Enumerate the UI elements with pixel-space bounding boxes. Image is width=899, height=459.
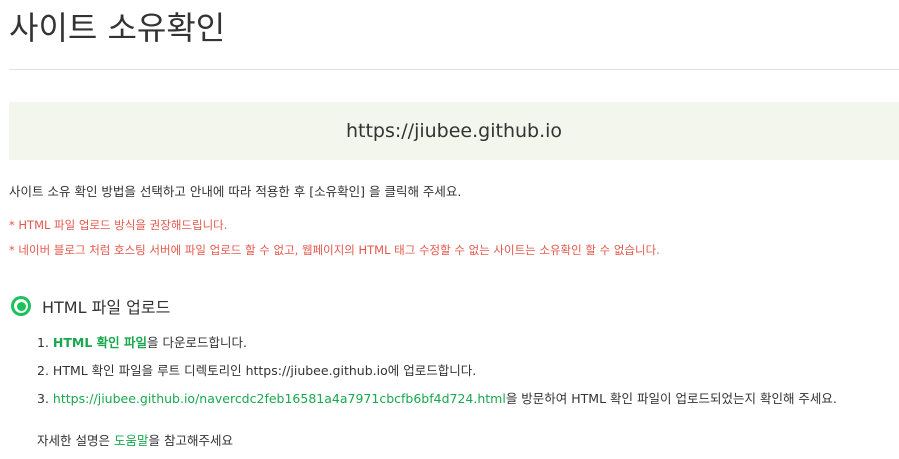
help-link[interactable]: 도움말 [114,433,149,448]
step-number: 1. [37,335,49,350]
radio-ring [14,299,28,313]
site-banner: https://jiubee.github.io [9,102,899,160]
title-divider [9,69,899,70]
radio-selected-icon[interactable] [11,296,31,316]
html-file-download-link[interactable]: HTML 확인 파일 [53,335,147,350]
step-text: HTML 확인 파일을 루트 디렉토리인 https://jiubee.gith… [52,363,477,378]
step-item-verify: 3. https://jiubee.github.io/navercdc2feb… [37,390,837,418]
instruction-text: 사이트 소유 확인 방법을 선택하고 안내에 따라 적용한 후 [소유확인] 을… [9,184,462,199]
page-title: 사이트 소유확인 [9,9,226,47]
notice-recommended-method: * HTML 파일 업로드 방식을 권장해드립니다. [9,218,228,232]
help-suffix: 을 참고해주세요 [148,433,233,448]
help-prefix: 자세한 설명은 [37,433,114,448]
steps-list: 1. HTML 확인 파일을 다운로드합니다. 2. HTML 확인 파일을 루… [37,334,837,418]
method-label[interactable]: HTML 파일 업로드 [42,294,170,318]
notice-unsupported-sites: * 네이버 블로그 처럼 호스팅 서버에 파일 업로드 할 수 없고, 웹페이지… [9,243,660,257]
help-text: 자세한 설명은 도움말을 참고해주세요 [37,430,233,449]
step-number: 3. [37,391,49,406]
radio-dot [16,301,26,311]
step-number: 2. [37,363,49,378]
step-item-upload: 2. HTML 확인 파일을 루트 디렉토리인 https://jiubee.g… [37,362,837,390]
step-text: 을 다운로드합니다. [147,335,247,350]
method-option-html-upload[interactable]: HTML 파일 업로드 [11,294,170,318]
verification-file-link[interactable]: https://jiubee.github.io/navercdc2feb165… [53,391,506,406]
step-item-download: 1. HTML 확인 파일을 다운로드합니다. [37,334,837,362]
site-url: https://jiubee.github.io [345,120,563,142]
step-text: 을 방문하여 HTML 확인 파일이 업로드되었는지 확인해 주세요. [505,391,837,406]
